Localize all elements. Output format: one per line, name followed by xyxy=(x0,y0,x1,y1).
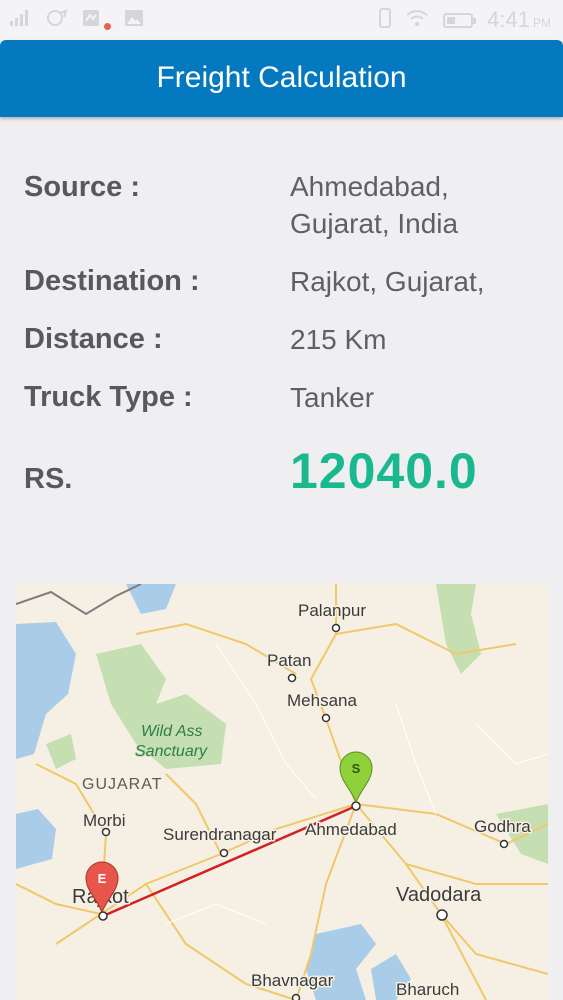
map-label-ahmedabad: Ahmedabad xyxy=(305,820,397,839)
freight-amount: 12040.0 xyxy=(290,443,478,499)
notification-icon xyxy=(82,9,100,32)
clock: 4:41 PM xyxy=(487,7,551,32)
map-label-patan: Patan xyxy=(267,651,311,670)
start-marker-letter: S xyxy=(352,761,361,776)
app-bar: Freight Calculation xyxy=(0,40,563,117)
wifi-icon xyxy=(405,9,429,32)
source-value-line1: Ahmedabad, xyxy=(290,171,449,202)
signal-icon xyxy=(10,10,32,31)
end-marker-letter: E xyxy=(98,871,107,886)
page-title: Freight Calculation xyxy=(156,61,407,94)
sync-icon xyxy=(46,9,68,32)
truck-type-value: Tanker xyxy=(290,382,375,413)
phone-icon xyxy=(379,7,392,33)
distance-label: Distance : xyxy=(24,323,163,355)
map-label-vadodara: Vadodara xyxy=(396,884,482,906)
distance-value: 215 Km xyxy=(290,324,387,355)
source-label: Source : xyxy=(24,171,141,203)
battery-icon xyxy=(443,12,477,28)
notification-dot xyxy=(104,23,111,30)
source-value-line2: Gujarat, India xyxy=(290,208,459,239)
source-value: Ahmedabad, Gujarat, India xyxy=(290,168,550,242)
image-icon xyxy=(125,10,143,31)
destination-label: Destination : xyxy=(24,265,200,297)
map-label-bhavnagar: Bhavnagar xyxy=(251,971,334,990)
destination-value: Rajkot, Gujarat, xyxy=(290,266,485,297)
map-label-park-line2: Sanctuary xyxy=(135,743,208,760)
truck-type-label: Truck Type : xyxy=(24,381,193,413)
map-label-godhra: Godhra xyxy=(474,817,531,836)
status-bar: 4:41 PM xyxy=(0,0,563,40)
map-label-morbi: Morbi xyxy=(83,811,126,830)
map-label-mehsana: Mehsana xyxy=(287,691,357,710)
route-map[interactable]: Palanpur Patan Mehsana Wild Ass Sanctuar… xyxy=(16,584,548,1000)
map-label-bharuch: Bharuch xyxy=(396,980,459,999)
map-label-gujarat: GUJARAT xyxy=(82,776,162,793)
map-label-surendranagar: Surendranagar xyxy=(163,825,277,844)
map-label-palanpur: Palanpur xyxy=(298,601,366,620)
price-label: RS. xyxy=(24,463,73,495)
map-label-park-line1: Wild Ass xyxy=(141,723,203,740)
